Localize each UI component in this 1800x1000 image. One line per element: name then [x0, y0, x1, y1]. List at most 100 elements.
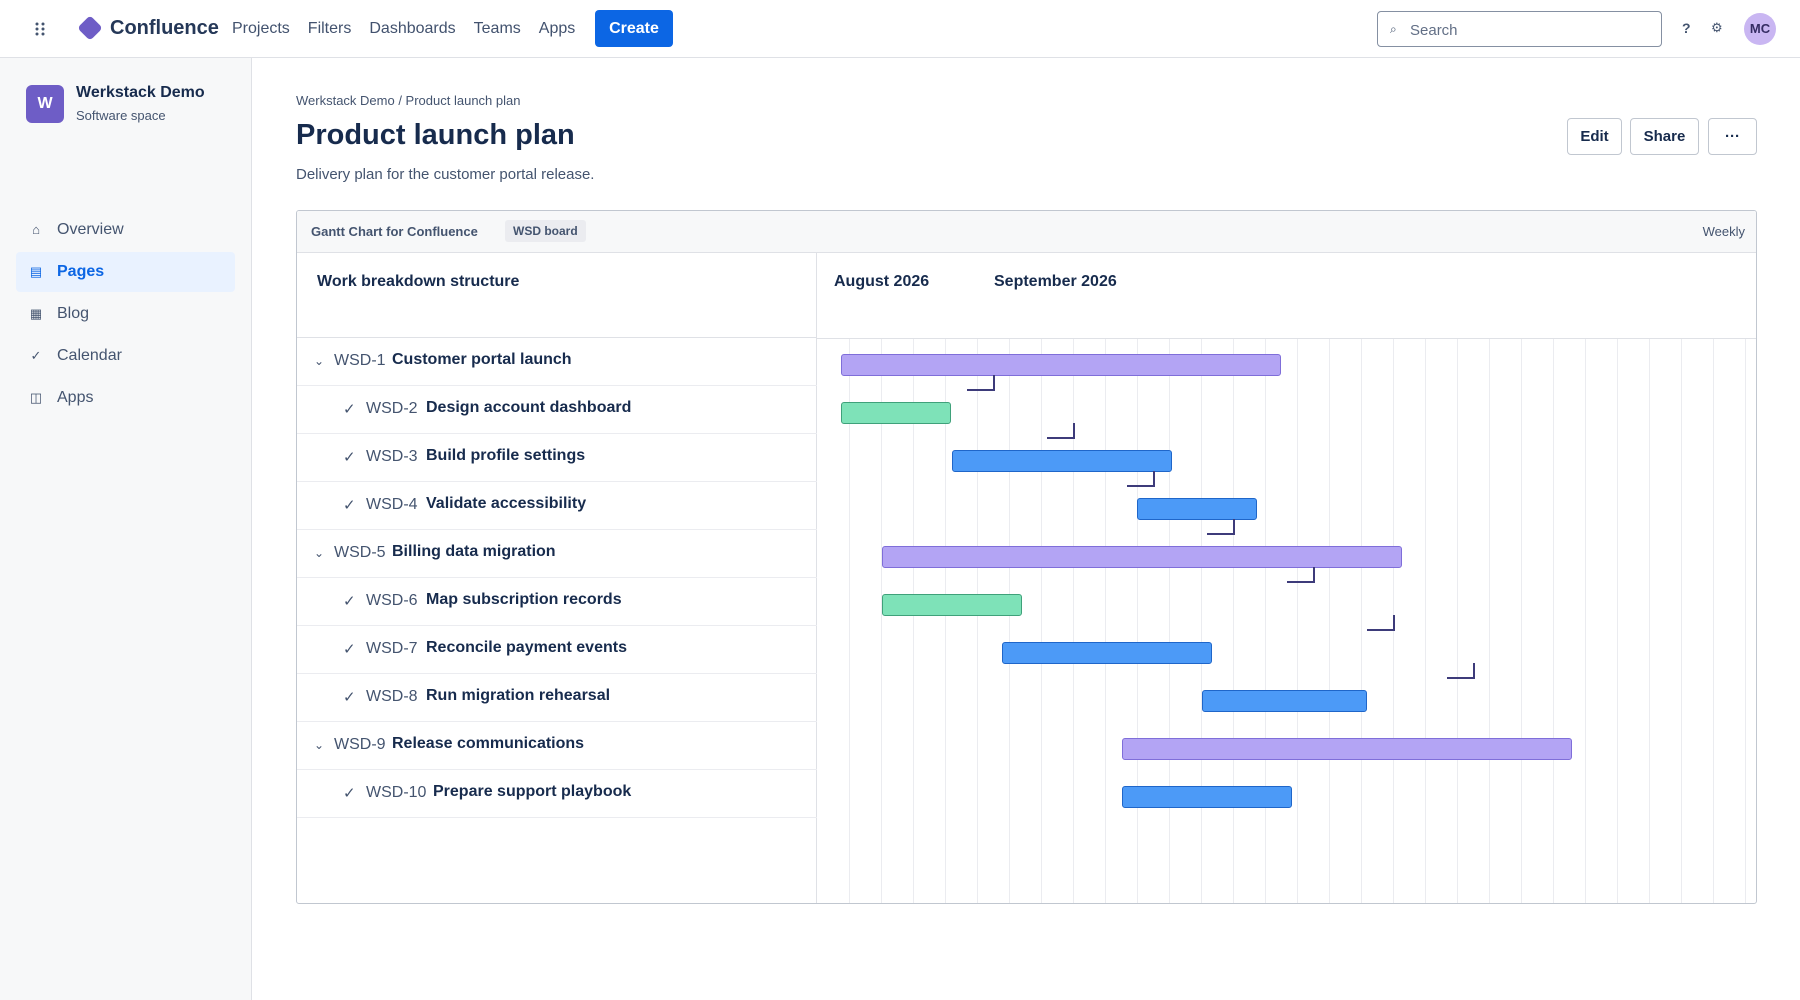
issue-summary[interactable]: Billing data migration: [392, 543, 556, 561]
timescale-selector[interactable]: Weekly: [1703, 224, 1745, 239]
expand-chevron-icon[interactable]: ⌄: [314, 354, 324, 368]
dependency-connector: [1207, 519, 1235, 535]
wbs-row[interactable]: ✓ WSD-2 Design account dashboard: [297, 386, 817, 434]
nav-dashboards[interactable]: Dashboards: [369, 20, 455, 38]
timeline-gridline: [1585, 339, 1586, 903]
issue-key[interactable]: WSD-7: [366, 640, 418, 658]
issue-key[interactable]: WSD-9: [334, 736, 386, 754]
app-switcher-icon[interactable]: [30, 19, 50, 39]
timeline-gridline: [1745, 339, 1746, 903]
sidebar-item-blog[interactable]: ▦ Blog: [16, 294, 235, 334]
wbs-row[interactable]: ✓ WSD-8 Run migration rehearsal: [297, 674, 817, 722]
wbs-row[interactable]: ✓ WSD-7 Reconcile payment events: [297, 626, 817, 674]
wbs-row[interactable]: ✓ WSD-3 Build profile settings: [297, 434, 817, 482]
issue-summary[interactable]: Customer portal launch: [392, 351, 572, 369]
issue-key[interactable]: WSD-5: [334, 544, 386, 562]
more-actions-button[interactable]: ···: [1708, 118, 1757, 155]
timeline-gridline: [1329, 339, 1330, 903]
issue-key[interactable]: WSD-4: [366, 496, 418, 514]
sidebar-item-overview[interactable]: ⌂ Overview: [16, 210, 235, 250]
done-check-icon: ✓: [343, 641, 356, 658]
timeline-gridline: [1233, 339, 1234, 903]
search-box[interactable]: ⌕: [1377, 11, 1662, 47]
issue-summary[interactable]: Map subscription records: [426, 591, 622, 609]
timeline-gridline: [1617, 339, 1618, 903]
nav-projects[interactable]: Projects: [232, 20, 290, 38]
share-button[interactable]: Share: [1630, 118, 1699, 155]
issue-summary[interactable]: Run migration rehearsal: [426, 687, 610, 705]
issue-key[interactable]: WSD-8: [366, 688, 418, 706]
blog-icon: ▦: [29, 306, 43, 321]
breadcrumb[interactable]: Werkstack Demo / Product launch plan: [296, 93, 520, 108]
confluence-logo-icon[interactable]: [76, 14, 104, 42]
issue-summary[interactable]: Release communications: [392, 735, 584, 753]
issue-summary[interactable]: Design account dashboard: [426, 399, 631, 417]
expand-chevron-icon[interactable]: ⌄: [314, 738, 324, 752]
done-check-icon: ✓: [343, 593, 356, 610]
create-button[interactable]: Create: [595, 10, 673, 47]
issue-summary[interactable]: Prepare support playbook: [433, 783, 631, 801]
sidebar-item-label: Blog: [57, 305, 90, 322]
sidebar-item-calendar[interactable]: ✓ Calendar: [16, 336, 235, 376]
nav-teams[interactable]: Teams: [474, 20, 521, 38]
issue-summary[interactable]: Build profile settings: [426, 447, 585, 465]
wbs-row[interactable]: ⌄ WSD-9 Release communications: [297, 722, 817, 770]
space-avatar[interactable]: W: [26, 85, 64, 123]
help-icon[interactable]: ?: [1682, 20, 1691, 36]
issue-key[interactable]: WSD-10: [366, 784, 426, 802]
done-check-icon: ✓: [343, 689, 356, 706]
wbs-row[interactable]: ⌄ WSD-1 Customer portal launch: [297, 338, 817, 386]
timeline-gridline: [977, 339, 978, 903]
gantt-bar-wsd-1[interactable]: [841, 354, 1281, 376]
issue-key[interactable]: WSD-2: [366, 400, 418, 418]
expand-chevron-icon[interactable]: ⌄: [314, 546, 324, 560]
gantt-bar-wsd-9[interactable]: [1122, 738, 1572, 760]
nav-filters[interactable]: Filters: [308, 20, 352, 38]
gantt-bar-wsd-5[interactable]: [882, 546, 1402, 568]
dependency-connector: [1127, 471, 1155, 487]
board-badge[interactable]: WSD board: [505, 220, 586, 242]
gantt-bar-wsd-2[interactable]: [841, 402, 951, 424]
issue-summary[interactable]: Validate accessibility: [426, 495, 586, 513]
search-input[interactable]: [1410, 20, 1650, 40]
gantt-chart-macro: Gantt Chart for Confluence WSD board Wee…: [296, 210, 1757, 904]
wbs-row[interactable]: ⌄ WSD-5 Billing data migration: [297, 530, 817, 578]
page-description: Delivery plan for the customer portal re…: [296, 166, 595, 183]
issue-key[interactable]: WSD-6: [366, 592, 418, 610]
wbs-pane: Work breakdown structure ⌄ WSD-1 Customer …: [297, 253, 817, 903]
issue-summary[interactable]: Reconcile payment events: [426, 639, 627, 657]
sidebar-item-label: Apps: [57, 389, 94, 406]
gantt-bar-wsd-8[interactable]: [1202, 690, 1367, 712]
gantt-bar-wsd-7[interactable]: [1002, 642, 1212, 664]
nav-apps[interactable]: Apps: [539, 20, 575, 38]
timeline-gridline: [1169, 339, 1170, 903]
gantt-bar-wsd-4[interactable]: [1137, 498, 1257, 520]
issue-key[interactable]: WSD-1: [334, 352, 386, 370]
timeline-gridline: [1713, 339, 1714, 903]
gantt-bar-wsd-3[interactable]: [952, 450, 1172, 472]
sidebar-item-label: Overview: [57, 221, 124, 238]
wbs-header-label: Work breakdown structure: [317, 273, 520, 290]
gantt-bar-wsd-10[interactable]: [1122, 786, 1292, 808]
space-name[interactable]: Werkstack Demo: [76, 84, 205, 102]
wbs-row[interactable]: ✓ WSD-6 Map subscription records: [297, 578, 817, 626]
space-sidebar: W Werkstack Demo Software space ⌂ Overvi…: [0, 58, 252, 1000]
sidebar-item-apps[interactable]: ◫ Apps: [16, 378, 235, 418]
brand-name[interactable]: Confluence: [110, 17, 219, 40]
edit-button[interactable]: Edit: [1567, 118, 1622, 155]
wbs-row[interactable]: ✓ WSD-4 Validate accessibility: [297, 482, 817, 530]
issue-key[interactable]: WSD-3: [366, 448, 418, 466]
timeline-gridline: [1105, 339, 1106, 903]
done-check-icon: ✓: [343, 785, 356, 802]
timeline-gridline: [1553, 339, 1554, 903]
dependency-connector: [1367, 615, 1395, 631]
wbs-header: Work breakdown structure: [297, 253, 817, 338]
gantt-bar-wsd-6[interactable]: [882, 594, 1022, 616]
user-avatar[interactable]: MC: [1744, 13, 1776, 45]
space-type: Software space: [76, 108, 166, 123]
sidebar-item-pages[interactable]: ▤ Pages: [16, 252, 235, 292]
dependency-connector: [1447, 663, 1475, 679]
settings-icon[interactable]: ⚙: [1711, 20, 1723, 36]
wbs-row[interactable]: ✓ WSD-10 Prepare support playbook: [297, 770, 817, 818]
gantt-timeline: August 2026 September 2026: [817, 253, 1756, 903]
